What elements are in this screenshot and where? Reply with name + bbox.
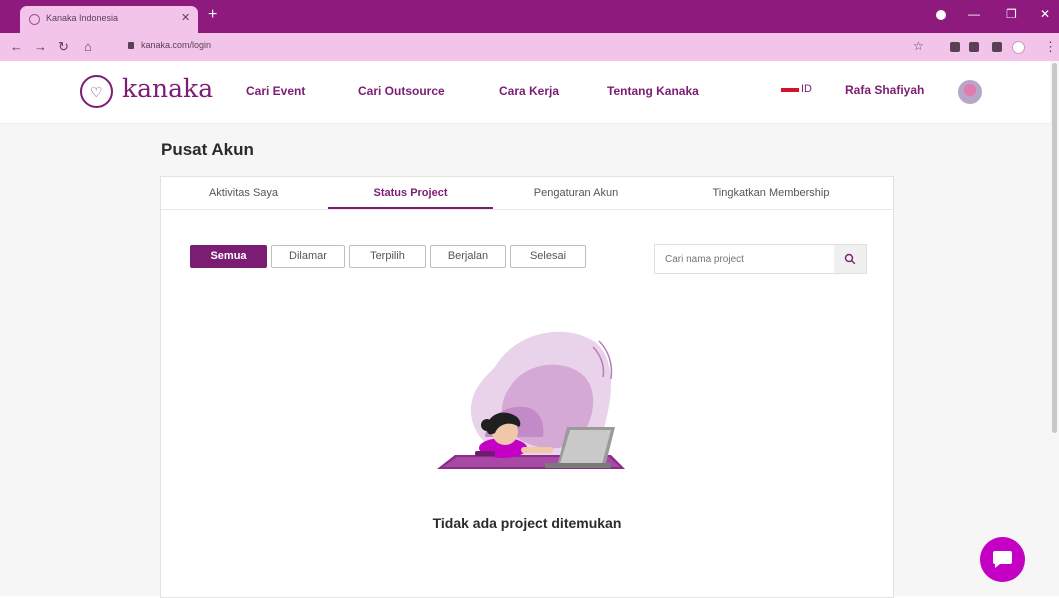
site-header: ♡ kanaka Cari Event Cari Outsource Cara … [0, 61, 1050, 124]
close-window-icon[interactable]: ✕ [1040, 7, 1050, 21]
extension-icon[interactable] [950, 42, 960, 52]
chat-button[interactable] [980, 537, 1025, 582]
star-icon[interactable]: ☆ [913, 39, 924, 53]
tab-bar: Aktivitas Saya Status Project Pengaturan… [161, 177, 893, 210]
chat-icon [993, 551, 1012, 568]
forward-icon[interactable]: → [34, 39, 47, 54]
account-card: Aktivitas Saya Status Project Pengaturan… [160, 176, 894, 598]
close-tab-icon[interactable]: ✕ [181, 11, 190, 24]
nav-cari-outsource[interactable]: Cari Outsource [358, 84, 445, 98]
empty-state-illustration [437, 331, 625, 469]
nav-cara-kerja[interactable]: Cara Kerja [499, 84, 559, 98]
browser-tab[interactable]: Kanaka Indonesia ✕ [20, 6, 198, 33]
maximize-icon[interactable]: ❐ [1006, 7, 1017, 21]
username[interactable]: Rafa Shafiyah [845, 83, 924, 97]
tab-pengaturan-akun[interactable]: Pengaturan Akun [491, 177, 661, 209]
lock-icon [128, 42, 134, 49]
reload-icon[interactable]: ↻ [58, 39, 69, 55]
url-text[interactable]: kanaka.com/login [141, 40, 211, 50]
tab-tingkatkan-membership[interactable]: Tingkatkan Membership [671, 177, 871, 209]
favicon-icon [29, 14, 40, 25]
avatar[interactable] [958, 80, 982, 104]
nav-tentang-kanaka[interactable]: Tentang Kanaka [607, 84, 699, 98]
flag-icon[interactable] [781, 88, 799, 92]
project-search [654, 244, 867, 274]
search-input[interactable] [655, 245, 831, 273]
menu-icon[interactable]: ⋮ [1044, 39, 1057, 55]
browser-toolbar: ← → ↻ ⌂ kanaka.com/login ☆ ⋮ [0, 33, 1059, 61]
search-button[interactable] [834, 245, 866, 273]
avatar-image [964, 84, 976, 96]
back-icon[interactable]: ← [10, 39, 23, 54]
tab-title: Kanaka Indonesia [46, 13, 119, 23]
filter-berjalan[interactable]: Berjalan [430, 245, 506, 268]
home-icon[interactable]: ⌂ [84, 39, 92, 54]
tab-aktivitas-saya[interactable]: Aktivitas Saya [161, 177, 326, 209]
extension-icon[interactable] [969, 42, 979, 52]
profile-dot-icon[interactable] [936, 10, 946, 20]
language-selector[interactable]: ID [801, 83, 812, 95]
heart-icon: ♡ [90, 84, 103, 100]
nav-cari-event[interactable]: Cari Event [246, 84, 305, 98]
logo-text[interactable]: kanaka [122, 74, 213, 103]
filter-semua[interactable]: Semua [190, 245, 267, 268]
scrollbar[interactable] [1052, 63, 1057, 433]
filter-dilamar[interactable]: Dilamar [271, 245, 345, 268]
filter-selesai[interactable]: Selesai [510, 245, 586, 268]
page-title: Pusat Akun [161, 140, 254, 159]
profile-icon[interactable] [1012, 41, 1025, 54]
search-icon [844, 253, 856, 265]
browser-titlebar: Kanaka Indonesia ✕ + — ❐ ✕ [0, 0, 1059, 33]
filter-terpilih[interactable]: Terpilih [349, 245, 426, 268]
new-tab-icon[interactable]: + [208, 6, 217, 24]
minimize-icon[interactable]: — [968, 7, 980, 21]
address-bar[interactable] [118, 37, 898, 57]
empty-state-message: Tidak ada project ditemukan [432, 515, 622, 531]
tab-status-project[interactable]: Status Project [328, 177, 493, 209]
logo-icon[interactable]: ♡ [80, 75, 113, 108]
puzzle-icon[interactable] [992, 42, 1002, 52]
